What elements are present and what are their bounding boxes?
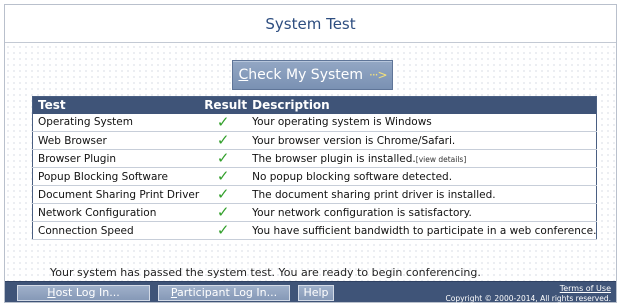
test-description: No popup blocking software detected.	[247, 167, 597, 186]
column-header-description: Description	[252, 98, 330, 113]
checkmark-icon: ✓	[216, 203, 230, 221]
table-row: Browser Plugin ✓ The browser plugin is i…	[32, 149, 597, 168]
checkmark-icon: ✓	[216, 112, 230, 131]
checkmark-icon: ✓	[216, 167, 230, 185]
test-description: The document sharing print driver is ins…	[247, 185, 597, 204]
test-name: Operating System	[32, 113, 200, 132]
test-description: Your network configuration is satisfacto…	[247, 203, 597, 222]
checkmark-icon: ✓	[216, 185, 230, 203]
page-title: System Test	[265, 15, 356, 33]
test-description: Your operating system is Windows	[247, 113, 597, 132]
view-details-link[interactable]: [view details]	[416, 155, 467, 164]
table-row: Network Configuration ✓ Your network con…	[32, 203, 597, 222]
checkmark-icon: ✓	[216, 221, 230, 239]
check-my-system-label: Check My System	[238, 67, 364, 83]
table-row: Document Sharing Print Driver ✓ The docu…	[32, 185, 597, 204]
system-test-window: System Test Check My System ···> Test Res…	[4, 4, 617, 303]
arrow-right-icon: ···>	[369, 68, 387, 82]
test-name: Web Browser	[32, 131, 200, 150]
test-name: Document Sharing Print Driver	[32, 185, 200, 204]
test-description: You have sufficient bandwidth to partici…	[247, 221, 597, 240]
table-row: Connection Speed ✓ You have sufficient b…	[32, 221, 597, 240]
check-my-system-button[interactable]: Check My System ···>	[232, 60, 393, 90]
main-content: Check My System ···> Test Result Descript…	[5, 44, 616, 281]
checkmark-icon: ✓	[216, 131, 230, 149]
test-name: Network Configuration	[32, 203, 200, 222]
test-name: Connection Speed	[32, 221, 200, 240]
test-description: The browser plugin is installed.	[252, 152, 416, 165]
copyright-text: Copyright © 2000-2014, All rights reserv…	[445, 294, 612, 303]
participant-login-button[interactable]: Participant Log In...	[158, 285, 290, 301]
status-message: Your system has passed the system test. …	[50, 266, 481, 279]
test-description: Your browser version is Chrome/Safari.	[247, 131, 597, 150]
terms-of-use-link[interactable]: Terms of Use	[446, 284, 611, 293]
table-header-row: Test Result Description	[32, 96, 597, 114]
footer-bar: Host Log In... Participant Log In... Hel…	[5, 281, 616, 303]
column-header-result: Result	[204, 98, 248, 113]
host-login-button[interactable]: Host Log In...	[17, 285, 150, 301]
test-description-cell: The browser plugin is installed.[view de…	[247, 149, 597, 168]
title-bar: System Test	[5, 5, 616, 43]
column-header-test: Test	[38, 98, 66, 113]
table-row: Popup Blocking Software ✓ No popup block…	[32, 167, 597, 186]
help-button[interactable]: Help	[298, 285, 334, 301]
results-table: Test Result Description Operating System…	[32, 96, 598, 240]
test-name: Browser Plugin	[32, 149, 200, 168]
table-row: Web Browser ✓ Your browser version is Ch…	[32, 131, 597, 150]
test-name: Popup Blocking Software	[32, 167, 200, 186]
table-row: Operating System ✓ Your operating system…	[32, 112, 597, 132]
footer-legal: Terms of Use Copyright © 2000-2014, All …	[446, 284, 612, 303]
checkmark-icon: ✓	[216, 149, 230, 167]
